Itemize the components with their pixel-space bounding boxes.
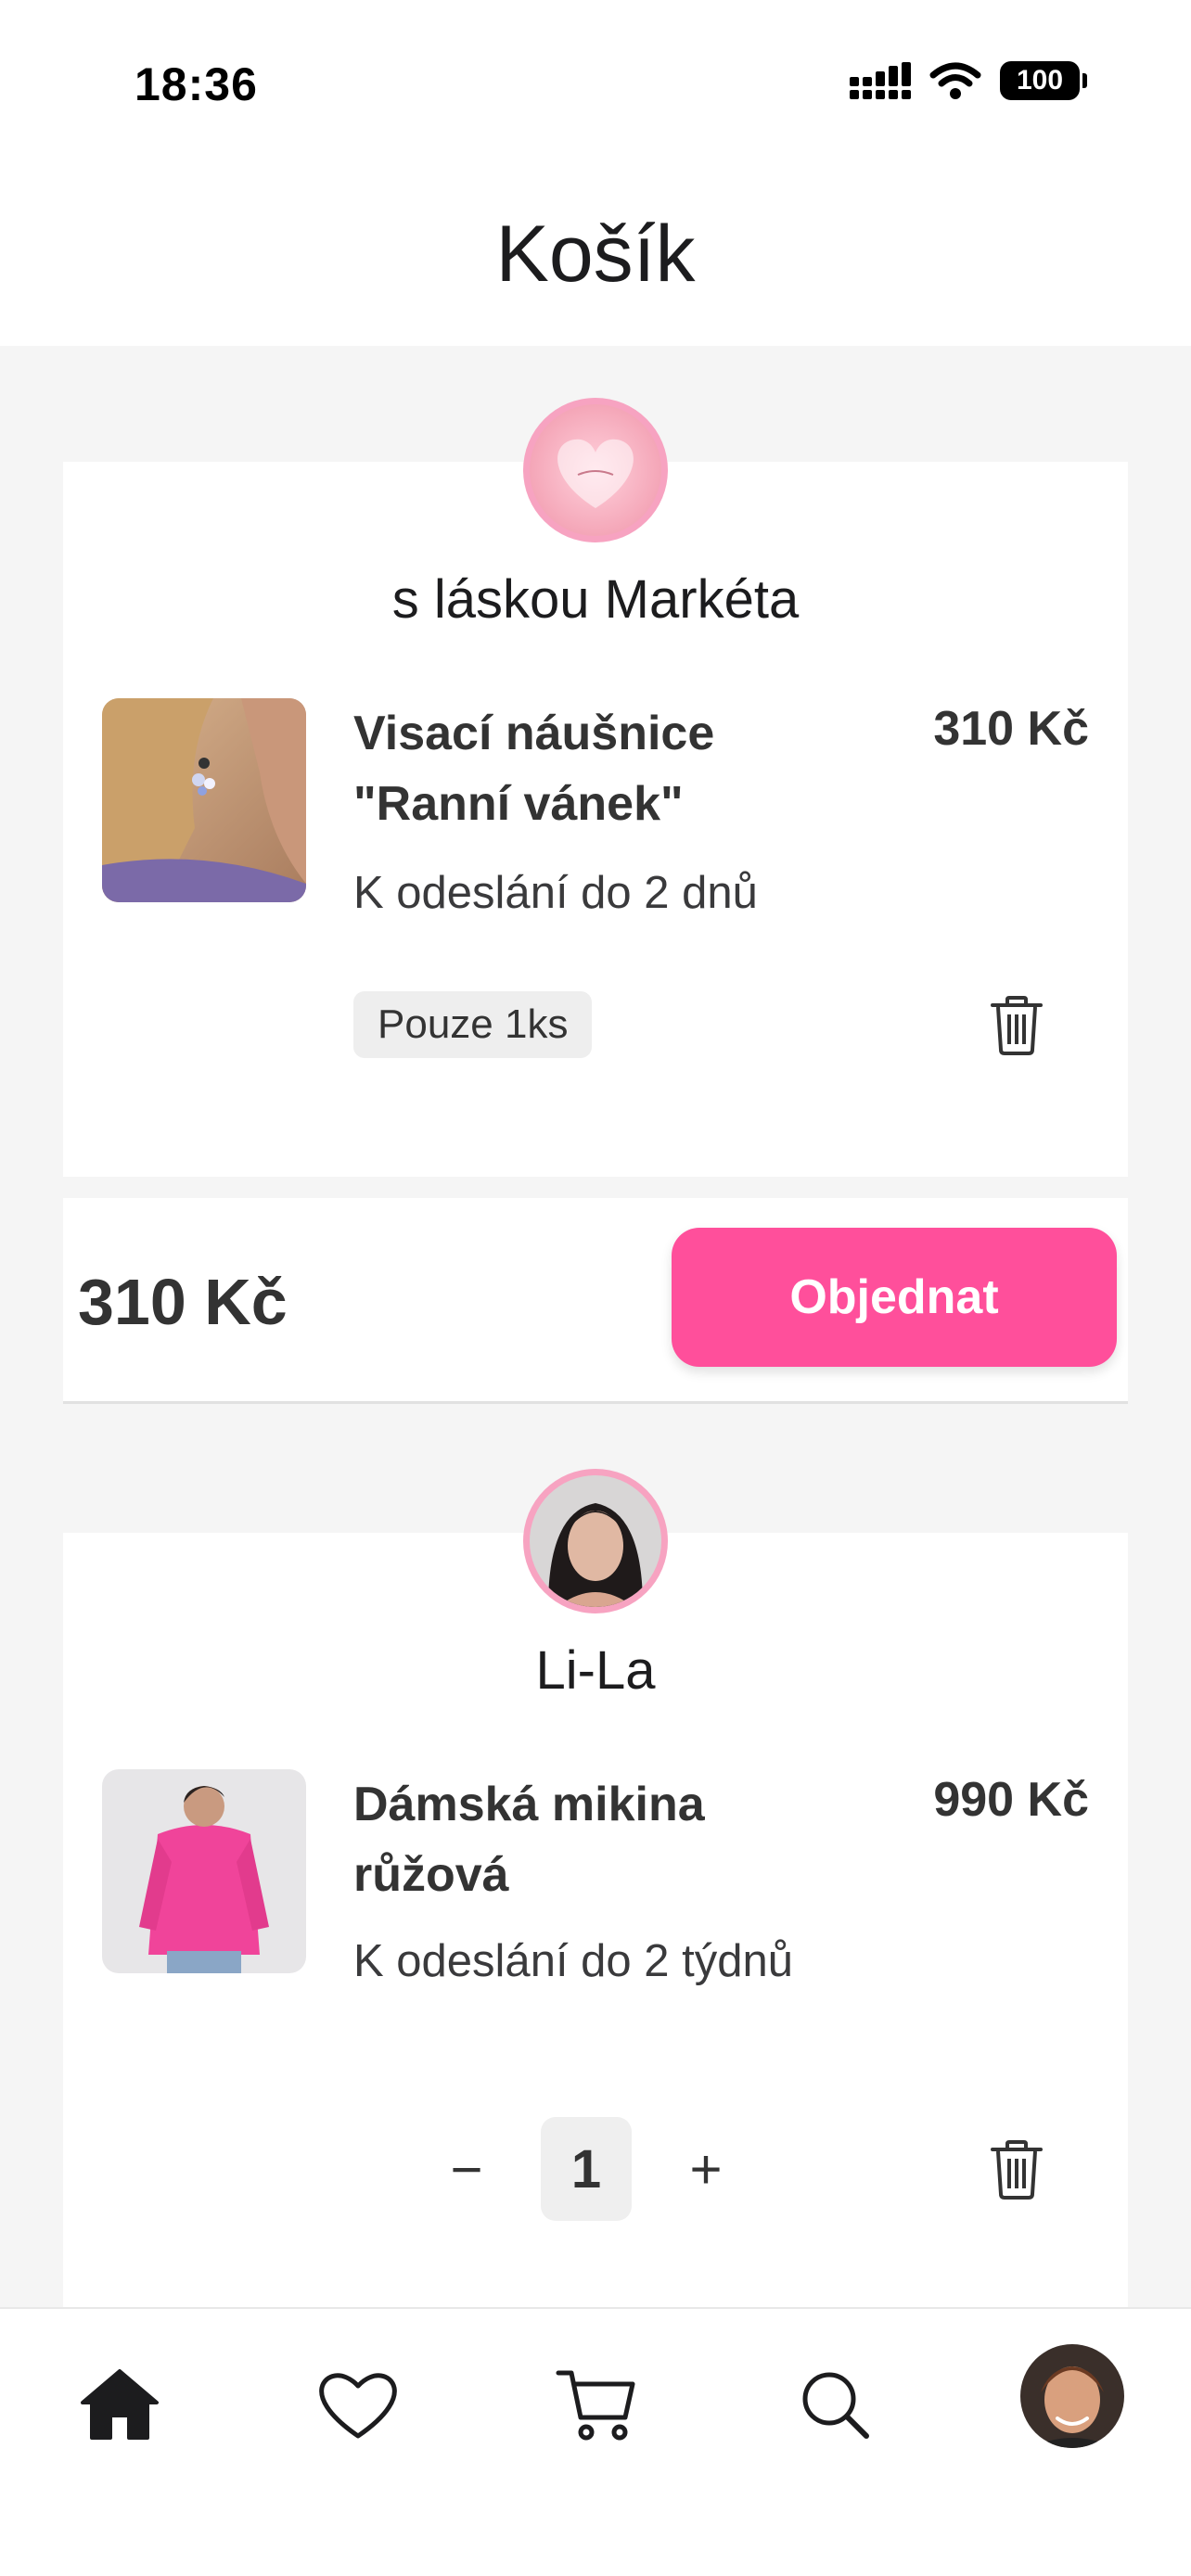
decrement-button[interactable]: −: [429, 2132, 504, 2206]
stock-badge: Pouze 1ks: [353, 991, 593, 1058]
quantity-value[interactable]: 1: [541, 2117, 632, 2221]
shop-name[interactable]: s láskou Markéta: [63, 568, 1128, 631]
cart-icon: [556, 2370, 635, 2441]
shop-card: Li-La Dámská mikina růžová 990 Kč K odes…: [63, 1533, 1128, 2307]
quantity-stepper: − 1 +: [429, 2117, 743, 2221]
status-time: 18:36: [134, 58, 258, 110]
nav-search[interactable]: [784, 2353, 886, 2455]
trash-icon: [991, 2140, 1043, 2200]
product-price: 310 Kč: [933, 702, 1089, 756]
delete-button[interactable]: [991, 2140, 1043, 2200]
order-summary: 310 Kč Objednat: [63, 1198, 1128, 1404]
shipping-info: K odeslání do 2 dnů: [353, 868, 758, 918]
stock-badge-label: Pouze 1ks: [378, 1001, 569, 1047]
status-bar: 18:36 100: [0, 0, 1191, 167]
page-title: Košík: [495, 210, 696, 299]
order-total: 310 Kč: [78, 1266, 288, 1338]
product-name[interactable]: Visací náušnice "Ranní vánek": [353, 698, 836, 839]
product-price: 990 Kč: [933, 1773, 1089, 1827]
battery-icon: 100: [1000, 61, 1087, 100]
product-name[interactable]: Dámská mikina růžová: [353, 1769, 836, 1910]
shop-card: s láskou Markéta Visací náušnice "Ranní …: [63, 462, 1128, 1177]
shop-name[interactable]: Li-La: [63, 1639, 1128, 1702]
status-icons: 100: [850, 61, 1087, 100]
order-button[interactable]: Objednat: [672, 1228, 1117, 1367]
signal-icon: [850, 62, 911, 99]
cart-list[interactable]: s láskou Markéta Visací náušnice "Ranní …: [0, 346, 1191, 2307]
wifi-icon: [929, 62, 981, 99]
increment-button[interactable]: +: [669, 2132, 743, 2206]
bottom-navigation: [0, 2307, 1191, 2576]
trash-icon: [991, 996, 1043, 1055]
nav-favorites[interactable]: [307, 2353, 409, 2455]
nav-home[interactable]: [69, 2353, 171, 2455]
shop-avatar[interactable]: [523, 1469, 668, 1613]
product-image[interactable]: [102, 698, 306, 902]
home-icon: [81, 2369, 159, 2440]
shipping-info: K odeslání do 2 týdnů: [353, 1936, 794, 1986]
nav-cart[interactable]: [545, 2353, 647, 2455]
product-image[interactable]: [102, 1769, 306, 1973]
search-icon: [802, 2372, 869, 2439]
nav-profile-avatar[interactable]: [1020, 2344, 1124, 2448]
shop-avatar[interactable]: [523, 398, 668, 542]
delete-button[interactable]: [991, 996, 1043, 1055]
heart-icon: [319, 2373, 397, 2439]
